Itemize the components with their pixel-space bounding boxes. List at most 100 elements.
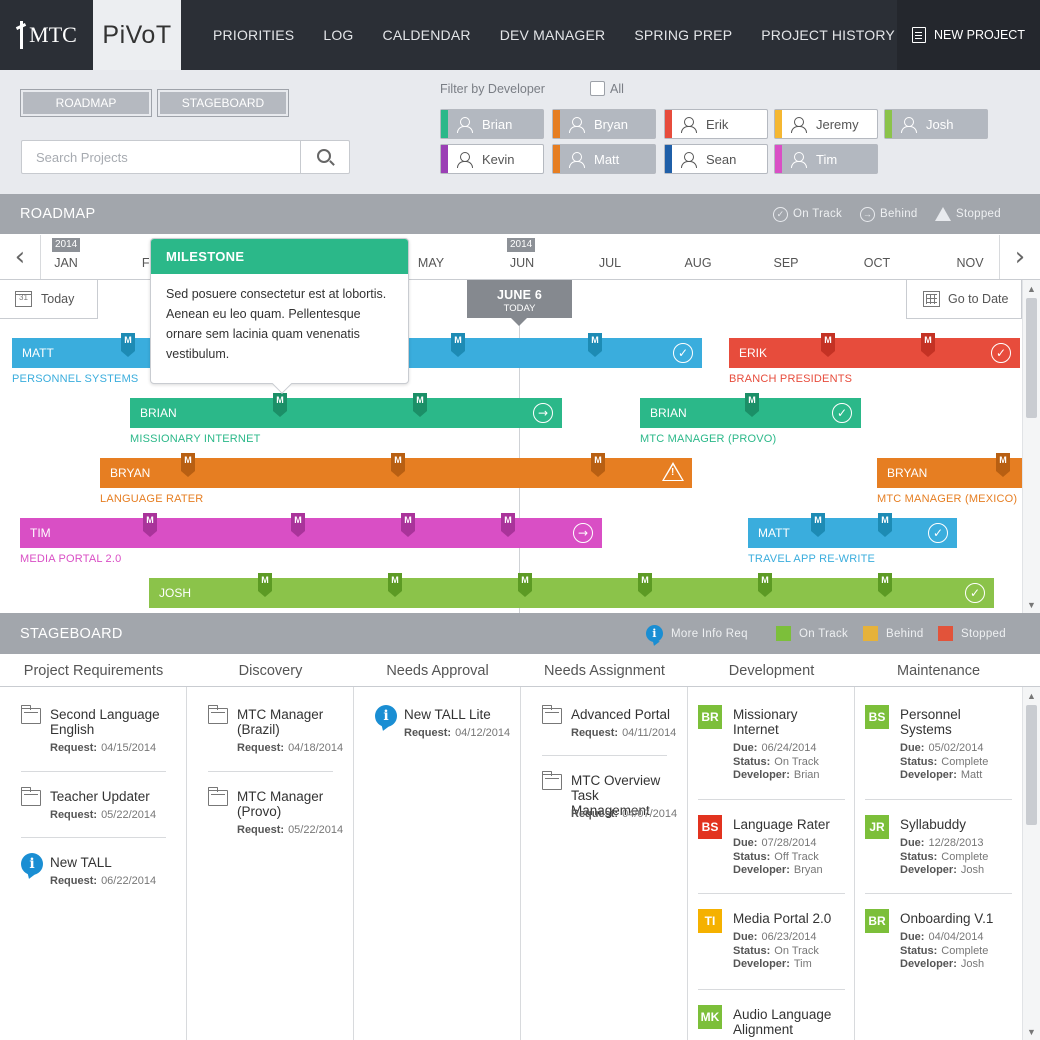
card-developer: Developer: Bryan bbox=[733, 864, 823, 878]
developer-filter-josh[interactable]: Josh bbox=[884, 109, 988, 139]
scroll-up-icon[interactable]: ▲ bbox=[1027, 691, 1036, 701]
new-project-button[interactable]: NEW PROJECT bbox=[897, 0, 1040, 70]
milestone-flag[interactable]: M bbox=[181, 453, 195, 477]
stageboard-view-button[interactable]: STAGEBOARD bbox=[157, 89, 289, 117]
project-bar-bryan-mtc-manager-mexico[interactable]: BRYAN M bbox=[877, 453, 1022, 488]
project-bar-tim-media-portal-2-0[interactable]: TIM M M M M → bbox=[20, 513, 602, 548]
card-title[interactable]: Media Portal 2.0 bbox=[733, 911, 847, 926]
milestone-flag[interactable]: M bbox=[821, 333, 835, 357]
year-label: 2014 bbox=[52, 238, 81, 252]
milestone-flag[interactable]: M bbox=[745, 393, 759, 417]
developer-filter-erik[interactable]: Erik bbox=[664, 109, 768, 139]
card-developer: Developer: Brian bbox=[733, 769, 820, 783]
project-bar-erik-branch-presidents[interactable]: ERIK M M ✓ bbox=[729, 333, 1020, 368]
checkbox-box[interactable] bbox=[590, 81, 605, 96]
card-icon-wrap: MK bbox=[698, 1005, 722, 1029]
milestone-flag[interactable]: M bbox=[401, 513, 415, 537]
milestone-flag[interactable]: M bbox=[143, 513, 157, 537]
developer-filter-kevin[interactable]: Kevin bbox=[440, 144, 544, 174]
legend-behind-label: Behind bbox=[880, 208, 918, 220]
card-title[interactable]: Personnel Systems bbox=[900, 707, 1014, 737]
milestone-flag[interactable]: M bbox=[291, 513, 305, 537]
developer-color-bar bbox=[441, 110, 448, 138]
nav-dev-manager[interactable]: DEV MANAGER bbox=[500, 27, 606, 43]
mtc-logo[interactable]: MTC bbox=[0, 0, 93, 70]
go-to-date-button[interactable]: Go to Date bbox=[906, 280, 1022, 319]
milestone-flag[interactable]: M bbox=[758, 573, 772, 597]
milestone-flag[interactable]: M bbox=[638, 573, 652, 597]
developer-name: Sean bbox=[706, 151, 737, 167]
card-developer-label: Developer: bbox=[733, 958, 790, 970]
project-name-label: MTC MANAGER (PROVO) bbox=[640, 433, 777, 445]
card-title[interactable]: MTC Manager (Brazil) bbox=[237, 707, 346, 737]
angel-moroni-icon bbox=[16, 21, 26, 49]
scroll-thumb[interactable] bbox=[1026, 705, 1037, 825]
milestone-flag[interactable]: M bbox=[451, 333, 465, 357]
nav-project-history[interactable]: PROJECT HISTORY bbox=[761, 27, 895, 43]
card-developer: Developer: Matt bbox=[900, 769, 982, 783]
developer-avatar: MK bbox=[698, 1005, 722, 1029]
milestone-flag[interactable]: M bbox=[996, 453, 1010, 477]
today-button[interactable]: 31 Today bbox=[0, 280, 98, 319]
search-input[interactable] bbox=[22, 141, 301, 173]
nav-calendar[interactable]: CALDENDAR bbox=[383, 27, 471, 43]
card-title[interactable]: New TALL Lite bbox=[404, 707, 513, 722]
milestone-flag[interactable]: M bbox=[518, 573, 532, 597]
project-bar-brian-missionary-internet[interactable]: BRIAN M M → bbox=[130, 393, 562, 428]
card-title[interactable]: Advanced Portal bbox=[571, 707, 680, 722]
scroll-down-icon[interactable]: ▼ bbox=[1027, 1027, 1036, 1037]
card-title[interactable]: Syllabuddy bbox=[900, 817, 1014, 832]
milestone-flag[interactable]: M bbox=[258, 573, 272, 597]
developer-filter-bryan[interactable]: Bryan bbox=[552, 109, 656, 139]
developer-filter-jeremy[interactable]: Jeremy bbox=[774, 109, 878, 139]
card-title[interactable]: Teacher Updater bbox=[50, 789, 179, 804]
timeline-next-button[interactable]: › bbox=[999, 235, 1040, 279]
milestone-flag[interactable]: M bbox=[413, 393, 427, 417]
project-bar-developer: BRIAN bbox=[650, 406, 687, 420]
milestone-flag[interactable]: M bbox=[811, 513, 825, 537]
card-title[interactable]: New TALL bbox=[50, 855, 179, 870]
scroll-down-icon[interactable]: ▼ bbox=[1027, 600, 1036, 610]
milestone-flag[interactable]: M bbox=[878, 513, 892, 537]
milestone-flag[interactable]: M bbox=[501, 513, 515, 537]
card-title[interactable]: Audio Language Alignment bbox=[733, 1007, 847, 1037]
developer-filter-sean[interactable]: Sean bbox=[664, 144, 768, 174]
developer-filter-tim[interactable]: Tim bbox=[774, 144, 878, 174]
card-title[interactable]: Onboarding V.1 bbox=[900, 911, 1014, 926]
project-bar-bryan-language-rater[interactable]: BRYAN M M M! bbox=[100, 453, 692, 488]
nav-spring-prep[interactable]: SPRING PREP bbox=[634, 27, 732, 43]
person-icon bbox=[457, 151, 473, 168]
stageboard-scrollbar[interactable]: ▲ ▼ bbox=[1022, 687, 1040, 1040]
scroll-up-icon[interactable]: ▲ bbox=[1027, 284, 1036, 294]
scroll-thumb[interactable] bbox=[1026, 298, 1037, 418]
milestone-flag[interactable]: M bbox=[591, 453, 605, 477]
card-title[interactable]: Language Rater bbox=[733, 817, 847, 832]
developer-filter-matt[interactable]: Matt bbox=[552, 144, 656, 174]
milestone-flag[interactable]: M bbox=[121, 333, 135, 357]
month-label: JUL bbox=[598, 256, 622, 270]
project-bar-brian-mtc-manager-provo[interactable]: BRIAN M ✓ bbox=[640, 393, 861, 428]
timeline-prev-button[interactable]: ‹ bbox=[0, 235, 41, 279]
milestone-flag[interactable]: M bbox=[588, 333, 602, 357]
nav-log[interactable]: LOG bbox=[323, 27, 353, 43]
milestone-flag[interactable]: M bbox=[878, 573, 892, 597]
card-title[interactable]: Missionary Internet bbox=[733, 707, 847, 737]
card-status-label: Status: bbox=[900, 850, 938, 863]
milestone-flag[interactable]: M bbox=[273, 393, 287, 417]
project-bar-matt-travel-app-re-write[interactable]: MATT M M ✓ bbox=[748, 513, 957, 548]
nav-priorities[interactable]: PRIORITIES bbox=[213, 27, 294, 43]
milestone-flag[interactable]: M bbox=[391, 453, 405, 477]
roadmap-view-button[interactable]: ROADMAP bbox=[20, 89, 152, 117]
all-developers-checkbox[interactable]: All bbox=[590, 81, 624, 96]
card-title[interactable]: MTC Manager (Provo) bbox=[237, 789, 346, 819]
app-brand[interactable]: PiVoT bbox=[93, 0, 181, 70]
card-title[interactable]: Second Language English bbox=[50, 707, 179, 737]
developer-filter-brian[interactable]: Brian bbox=[440, 109, 544, 139]
search-button[interactable] bbox=[300, 141, 349, 173]
milestone-flag[interactable]: M bbox=[388, 573, 402, 597]
card-separator bbox=[542, 755, 667, 756]
roadmap-scrollbar[interactable]: ▲ ▼ bbox=[1022, 280, 1040, 613]
project-bar-josh[interactable]: JOSH M M M M M M ✓ bbox=[149, 573, 994, 608]
milestone-flag[interactable]: M bbox=[921, 333, 935, 357]
card-status: Status: On Track bbox=[733, 756, 819, 770]
